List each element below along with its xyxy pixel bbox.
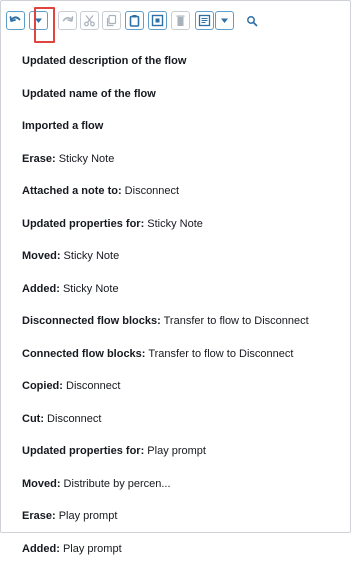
caret-down-icon bbox=[220, 16, 229, 25]
history-target: Play prompt bbox=[60, 543, 122, 555]
search-button[interactable] bbox=[242, 11, 261, 30]
clipboard-icon bbox=[128, 14, 141, 27]
history-action: Updated properties for: bbox=[22, 445, 144, 457]
history-action: Updated description of the flow bbox=[22, 55, 186, 67]
notes-dropdown-button[interactable] bbox=[215, 11, 234, 30]
notes-button[interactable] bbox=[195, 11, 214, 30]
history-action: Erase: bbox=[22, 510, 56, 522]
history-item[interactable]: Erase: Sticky Note bbox=[22, 143, 309, 176]
frame-icon bbox=[151, 14, 164, 27]
history-target: Disconnect bbox=[44, 413, 101, 425]
history-item[interactable]: Disconnected flow blocks: Transfer to fl… bbox=[22, 305, 309, 338]
history-action: Disconnected flow blocks: bbox=[22, 315, 161, 327]
history-target: Transfer to flow to Disconnect bbox=[161, 315, 309, 327]
history-action: Imported a flow bbox=[22, 120, 103, 132]
select-button[interactable] bbox=[148, 11, 167, 30]
history-item[interactable]: Updated name of the flow bbox=[22, 78, 309, 111]
history-action: Attached a note to: bbox=[22, 185, 122, 197]
history-action: Copied: bbox=[22, 380, 63, 392]
history-action: Added: bbox=[22, 543, 60, 555]
delete-button[interactable] bbox=[171, 11, 190, 30]
history-item[interactable]: Updated description of the flow bbox=[22, 45, 309, 78]
note-icon bbox=[198, 14, 211, 27]
history-action: Moved: bbox=[22, 250, 61, 262]
history-item[interactable]: Updated properties for: Sticky Note bbox=[22, 208, 309, 241]
history-action: Erase: bbox=[22, 153, 56, 165]
history-target: Sticky Note bbox=[144, 218, 203, 230]
paste-button[interactable] bbox=[125, 11, 144, 30]
redo-icon bbox=[61, 14, 74, 27]
history-item[interactable]: Moved: Sticky Note bbox=[22, 240, 309, 273]
history-action: Cut: bbox=[22, 413, 44, 425]
history-item[interactable]: Copied: Disconnect bbox=[22, 370, 309, 403]
history-item[interactable]: Connected flow blocks: Transfer to flow … bbox=[22, 338, 309, 371]
history-item[interactable]: Imported a flow bbox=[22, 110, 309, 143]
history-item[interactable]: Attached a note to: Disconnect bbox=[22, 175, 309, 208]
history-item[interactable]: Cut: Disconnect bbox=[22, 403, 309, 436]
history-item[interactable]: Updated properties for: Play prompt bbox=[22, 435, 309, 468]
history-item[interactable]: Added: Play prompt bbox=[22, 533, 309, 565]
history-item[interactable]: Erase: Play prompt bbox=[22, 500, 309, 533]
history-target: Play prompt bbox=[56, 510, 118, 522]
history-action: Moved: bbox=[22, 478, 61, 490]
cut-button[interactable] bbox=[80, 11, 99, 30]
history-action: Updated name of the flow bbox=[22, 88, 156, 100]
history-target: Transfer to flow to Disconnect bbox=[145, 348, 293, 360]
history-action: Connected flow blocks: bbox=[22, 348, 145, 360]
history-target: Distribute by percen... bbox=[61, 478, 171, 490]
undo-history-panel: Updated description of the flow Updated … bbox=[0, 0, 351, 533]
redo-button[interactable] bbox=[58, 11, 77, 30]
dropdown-highlight-box bbox=[34, 7, 55, 43]
trash-icon bbox=[174, 14, 187, 27]
history-action: Added: bbox=[22, 283, 60, 295]
history-item[interactable]: Moved: Distribute by percen... bbox=[22, 468, 309, 501]
history-target: Sticky Note bbox=[60, 283, 119, 295]
search-icon bbox=[246, 15, 258, 27]
history-target: Disconnect bbox=[122, 185, 179, 197]
undo-button[interactable] bbox=[6, 11, 25, 30]
history-target: Play prompt bbox=[144, 445, 206, 457]
undo-history-list: Updated description of the flow Updated … bbox=[22, 45, 309, 565]
history-target: Sticky Note bbox=[56, 153, 115, 165]
copy-icon bbox=[105, 14, 118, 27]
history-target: Disconnect bbox=[63, 380, 120, 392]
history-item[interactable]: Added: Sticky Note bbox=[22, 273, 309, 306]
scissors-icon bbox=[83, 14, 96, 27]
undo-icon bbox=[9, 14, 22, 27]
copy-button[interactable] bbox=[102, 11, 121, 30]
history-target: Sticky Note bbox=[61, 250, 120, 262]
history-action: Updated properties for: bbox=[22, 218, 144, 230]
